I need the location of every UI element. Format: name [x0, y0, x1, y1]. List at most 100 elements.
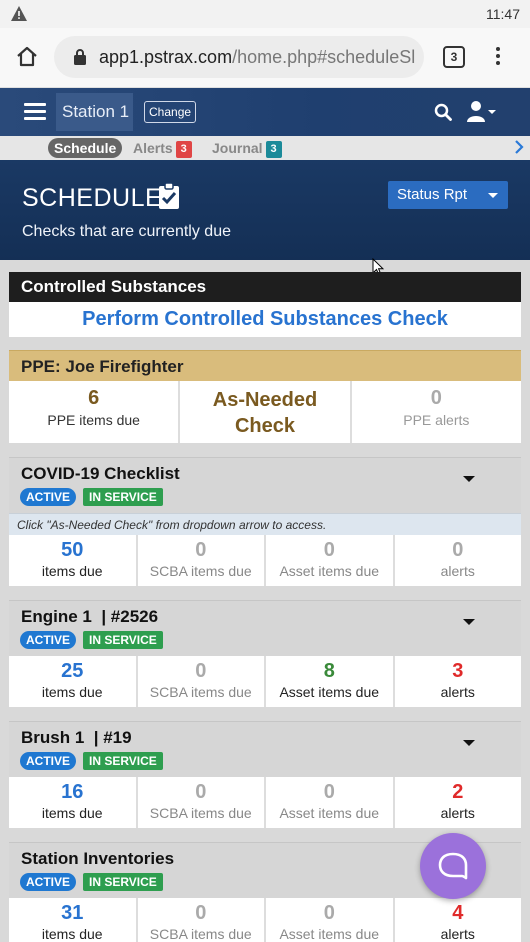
asset-items-due-label: Asset items due: [279, 805, 380, 821]
brush-header: Brush 1 | #19 ACTIVE IN SERVICE: [9, 721, 521, 777]
ppe-card: PPE: Joe Firefighter 6 PPE items due As-…: [9, 350, 521, 443]
app-navbar: Station 1 Change: [0, 88, 530, 136]
brush-title: Brush 1 | #19: [21, 728, 132, 748]
scba-items-due-stat[interactable]: 0 SCBA items due: [138, 535, 266, 586]
active-badge: ACTIVE: [20, 873, 77, 891]
asset-items-due-value: 0: [323, 781, 335, 803]
caret-down-icon: [488, 193, 498, 198]
search-icon[interactable]: [434, 103, 452, 121]
dropdown-arrow-icon[interactable]: [463, 740, 475, 746]
ppe-stats: 6 PPE items due As-Needed Check 0 PPE al…: [9, 381, 521, 443]
asset-items-due-stat[interactable]: 0 Asset items due: [266, 777, 395, 828]
engine-stats: 25 items due 0 SCBA items due 8 Asset items…: [9, 656, 521, 707]
scba-items-due-stat[interactable]: 0 SCBA items due: [138, 777, 266, 828]
tab-journal[interactable]: Journal 3: [212, 138, 282, 158]
user-menu-icon[interactable]: [466, 100, 496, 124]
status-badges: ACTIVE IN SERVICE: [20, 488, 170, 506]
alerts-count-badge: 3: [175, 141, 192, 158]
clock: 11:47: [486, 6, 520, 22]
perform-controlled-substances-check-link[interactable]: Perform Controlled Substances Check: [9, 302, 521, 337]
scba-items-due-value: 0: [195, 781, 207, 803]
brush-stats: 16 items due 0 SCBA items due 0 Asset items…: [9, 777, 521, 828]
asset-items-due-value: 0: [323, 902, 335, 924]
engine-1-card: Engine 1 | #2526 ACTIVE IN SERVICE 25 item…: [9, 600, 521, 707]
asset-items-due-stat[interactable]: 8 Asset items due: [266, 656, 395, 707]
active-badge: ACTIVE: [20, 631, 77, 649]
dropdown-arrow-icon[interactable]: [463, 476, 475, 482]
engine-header: Engine 1 | #2526 ACTIVE IN SERVICE: [9, 600, 521, 656]
covid-note: Click "As-Needed Check" from dropdown ar…: [9, 513, 521, 535]
engine-title: Engine 1 | #2526: [21, 607, 158, 627]
active-badge: ACTIVE: [20, 752, 77, 770]
asset-items-due-value: 0: [323, 539, 335, 561]
alerts-stat[interactable]: 4 alerts: [395, 898, 522, 942]
items-due-stat[interactable]: 50 items due: [9, 535, 138, 586]
ppe-items-due[interactable]: 6 PPE items due: [9, 381, 181, 443]
items-due-stat[interactable]: 25 items due: [9, 656, 138, 707]
clipboard-check-icon: [158, 182, 180, 210]
ppe-items-due-value: 6: [88, 387, 100, 409]
active-badge: ACTIVE: [20, 488, 77, 506]
asset-items-due-stat[interactable]: 0 Asset items due: [266, 535, 395, 586]
ppe-alerts-value: 0: [430, 387, 442, 409]
alerts-value: 2: [452, 781, 464, 803]
url-text: app1.pstrax.com/home.php#scheduleSl: [99, 47, 415, 68]
tab-switcher-button[interactable]: 3: [443, 46, 465, 68]
items-due-stat[interactable]: 31 items due: [9, 898, 138, 942]
in-service-badge: IN SERVICE: [83, 752, 163, 770]
inventories-title: Station Inventories: [21, 849, 175, 868]
status-report-button[interactable]: Status Rpt: [388, 181, 508, 209]
items-due-stat[interactable]: 16 items due: [9, 777, 138, 828]
alerts-stat[interactable]: 2 alerts: [395, 777, 522, 828]
alerts-label: alerts: [440, 926, 475, 942]
alerts-stat[interactable]: 0 alerts: [395, 535, 522, 586]
engine-name: Engine 1: [21, 607, 92, 626]
controlled-substances-title: Controlled Substances: [9, 272, 521, 302]
inventories-stats: 31 items due 0 SCBA items due 0 Asset items…: [9, 898, 521, 942]
scba-items-due-stat[interactable]: 0 SCBA items due: [138, 898, 266, 942]
items-due-label: items due: [41, 563, 103, 579]
lock-icon: [72, 48, 88, 66]
asset-items-due-stat[interactable]: 0 Asset items due: [266, 898, 395, 942]
covid-checklist-card: COVID-19 Checklist ACTIVE IN SERVICE Clic…: [9, 457, 521, 586]
asset-items-due-value: 8: [323, 660, 335, 682]
chat-bubble-icon: [438, 852, 468, 880]
alerts-stat[interactable]: 3 alerts: [395, 656, 522, 707]
covid-title: COVID-19 Checklist: [21, 464, 180, 483]
covid-header: COVID-19 Checklist ACTIVE IN SERVICE: [9, 457, 521, 513]
items-due-value: 31: [61, 902, 84, 924]
as-needed-line2: Check: [234, 415, 295, 437]
scba-items-due-label: SCBA items due: [149, 926, 252, 942]
dropdown-arrow-icon[interactable]: [463, 619, 475, 625]
hamburger-menu-icon[interactable]: [24, 103, 46, 121]
status-bar: 11:47: [0, 0, 530, 28]
url-bar[interactable]: app1.pstrax.com/home.php#scheduleSl: [54, 36, 424, 78]
page-subtitle: Checks that are currently due: [22, 223, 231, 240]
in-service-badge: IN SERVICE: [83, 873, 163, 891]
browser-menu-icon[interactable]: [488, 44, 508, 70]
status-badges: ACTIVE IN SERVICE: [20, 752, 170, 770]
scba-items-due-value: 0: [195, 539, 207, 561]
ppe-items-due-label: PPE items due: [47, 412, 140, 428]
alerts-value: 4: [452, 902, 464, 924]
change-station-button[interactable]: Change: [144, 101, 197, 123]
controlled-substances-card: Controlled Substances Perform Controlled…: [9, 272, 521, 337]
items-due-label: items due: [41, 926, 103, 942]
tab-schedule[interactable]: Schedule: [48, 138, 123, 158]
ppe-alerts[interactable]: 0 PPE alerts: [352, 381, 521, 443]
ppe-alerts-label: PPE alerts: [403, 412, 470, 428]
scba-items-due-value: 0: [195, 660, 207, 682]
scba-items-due-stat[interactable]: 0 SCBA items due: [138, 656, 266, 707]
as-needed-line1: As-Needed: [212, 389, 318, 411]
home-icon[interactable]: [12, 42, 42, 72]
items-due-value: 16: [61, 781, 84, 803]
alerts-label: alerts: [440, 684, 475, 700]
warning-icon: [11, 6, 27, 25]
chat-button[interactable]: [420, 833, 486, 899]
items-due-value: 25: [61, 660, 84, 682]
tab-journal-label: Journal: [212, 140, 263, 156]
in-service-badge: IN SERVICE: [83, 631, 163, 649]
as-needed-check-button[interactable]: As-Needed Check: [180, 381, 352, 443]
chevron-right-icon[interactable]: [514, 139, 524, 160]
tab-alerts[interactable]: Alerts 3: [133, 138, 192, 158]
